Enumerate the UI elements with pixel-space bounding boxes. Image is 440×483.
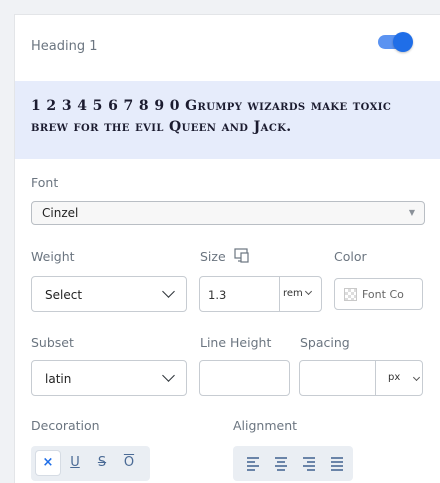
spacing-label: Spacing: [300, 335, 350, 350]
weight-label: Weight: [31, 249, 75, 264]
line-height-input[interactable]: [199, 360, 290, 396]
chevron-down-icon: [412, 373, 421, 382]
spacing-input[interactable]: [299, 360, 376, 396]
spacing-unit-select[interactable]: px: [375, 360, 423, 396]
font-family-value: Cinzel: [42, 206, 79, 220]
heading-toggle[interactable]: [378, 32, 413, 52]
preview-text: 1 2 3 4 5 6 7 8 9 0 Grumpy wizards make …: [31, 98, 392, 135]
subset-value: latin: [45, 372, 72, 386]
size-control: 1.3 rem: [199, 276, 322, 312]
responsive-devices-icon[interactable]: [234, 248, 250, 263]
heading-header: Heading 1: [15, 15, 440, 77]
subset-select[interactable]: latin: [31, 360, 187, 396]
alignment-group: [233, 446, 353, 481]
divider: [279, 277, 280, 311]
decoration-overline-button[interactable]: O: [117, 451, 141, 475]
decoration-underline-button[interactable]: U: [63, 451, 87, 475]
heading-title: Heading 1: [31, 39, 98, 54]
align-right-icon[interactable]: [301, 455, 317, 471]
align-justify-icon[interactable]: [329, 455, 345, 471]
size-unit-select[interactable]: rem: [283, 287, 312, 299]
chevron-down-icon: [304, 287, 312, 296]
alignment-label: Alignment: [233, 418, 298, 433]
transparent-swatch-icon: [344, 288, 357, 301]
decoration-strikethrough-button[interactable]: S: [90, 451, 114, 475]
decoration-none-button[interactable]: ×: [36, 451, 60, 475]
chevron-down-icon: [162, 285, 175, 298]
weight-select[interactable]: Select: [31, 276, 187, 312]
decoration-label: Decoration: [31, 418, 100, 433]
align-left-icon[interactable]: [245, 455, 261, 471]
line-height-label: Line Height: [200, 335, 272, 350]
font-family-select[interactable]: Cinzel ▼: [31, 201, 425, 225]
font-color-button[interactable]: Font Co: [334, 278, 423, 310]
font-color-label: Font Co: [362, 288, 404, 301]
typography-panel: Heading 1 1 2 3 4 5 6 7 8 9 0 Grumpy wiz…: [14, 14, 440, 483]
subset-label: Subset: [31, 335, 74, 350]
caret-down-icon: ▼: [408, 208, 415, 217]
toggle-knob: [393, 32, 413, 52]
font-label: Font: [31, 175, 59, 190]
weight-value: Select: [45, 288, 83, 302]
size-unit-value: rem: [283, 288, 303, 299]
align-center-icon[interactable]: [273, 455, 289, 471]
size-label: Size: [200, 249, 226, 264]
color-label: Color: [334, 249, 367, 264]
size-input[interactable]: 1.3: [208, 288, 226, 302]
chevron-down-icon: [162, 369, 175, 382]
decoration-group: × U S O: [31, 446, 150, 481]
font-preview: 1 2 3 4 5 6 7 8 9 0 Grumpy wizards make …: [15, 81, 440, 159]
spacing-unit-value: px: [388, 372, 401, 383]
